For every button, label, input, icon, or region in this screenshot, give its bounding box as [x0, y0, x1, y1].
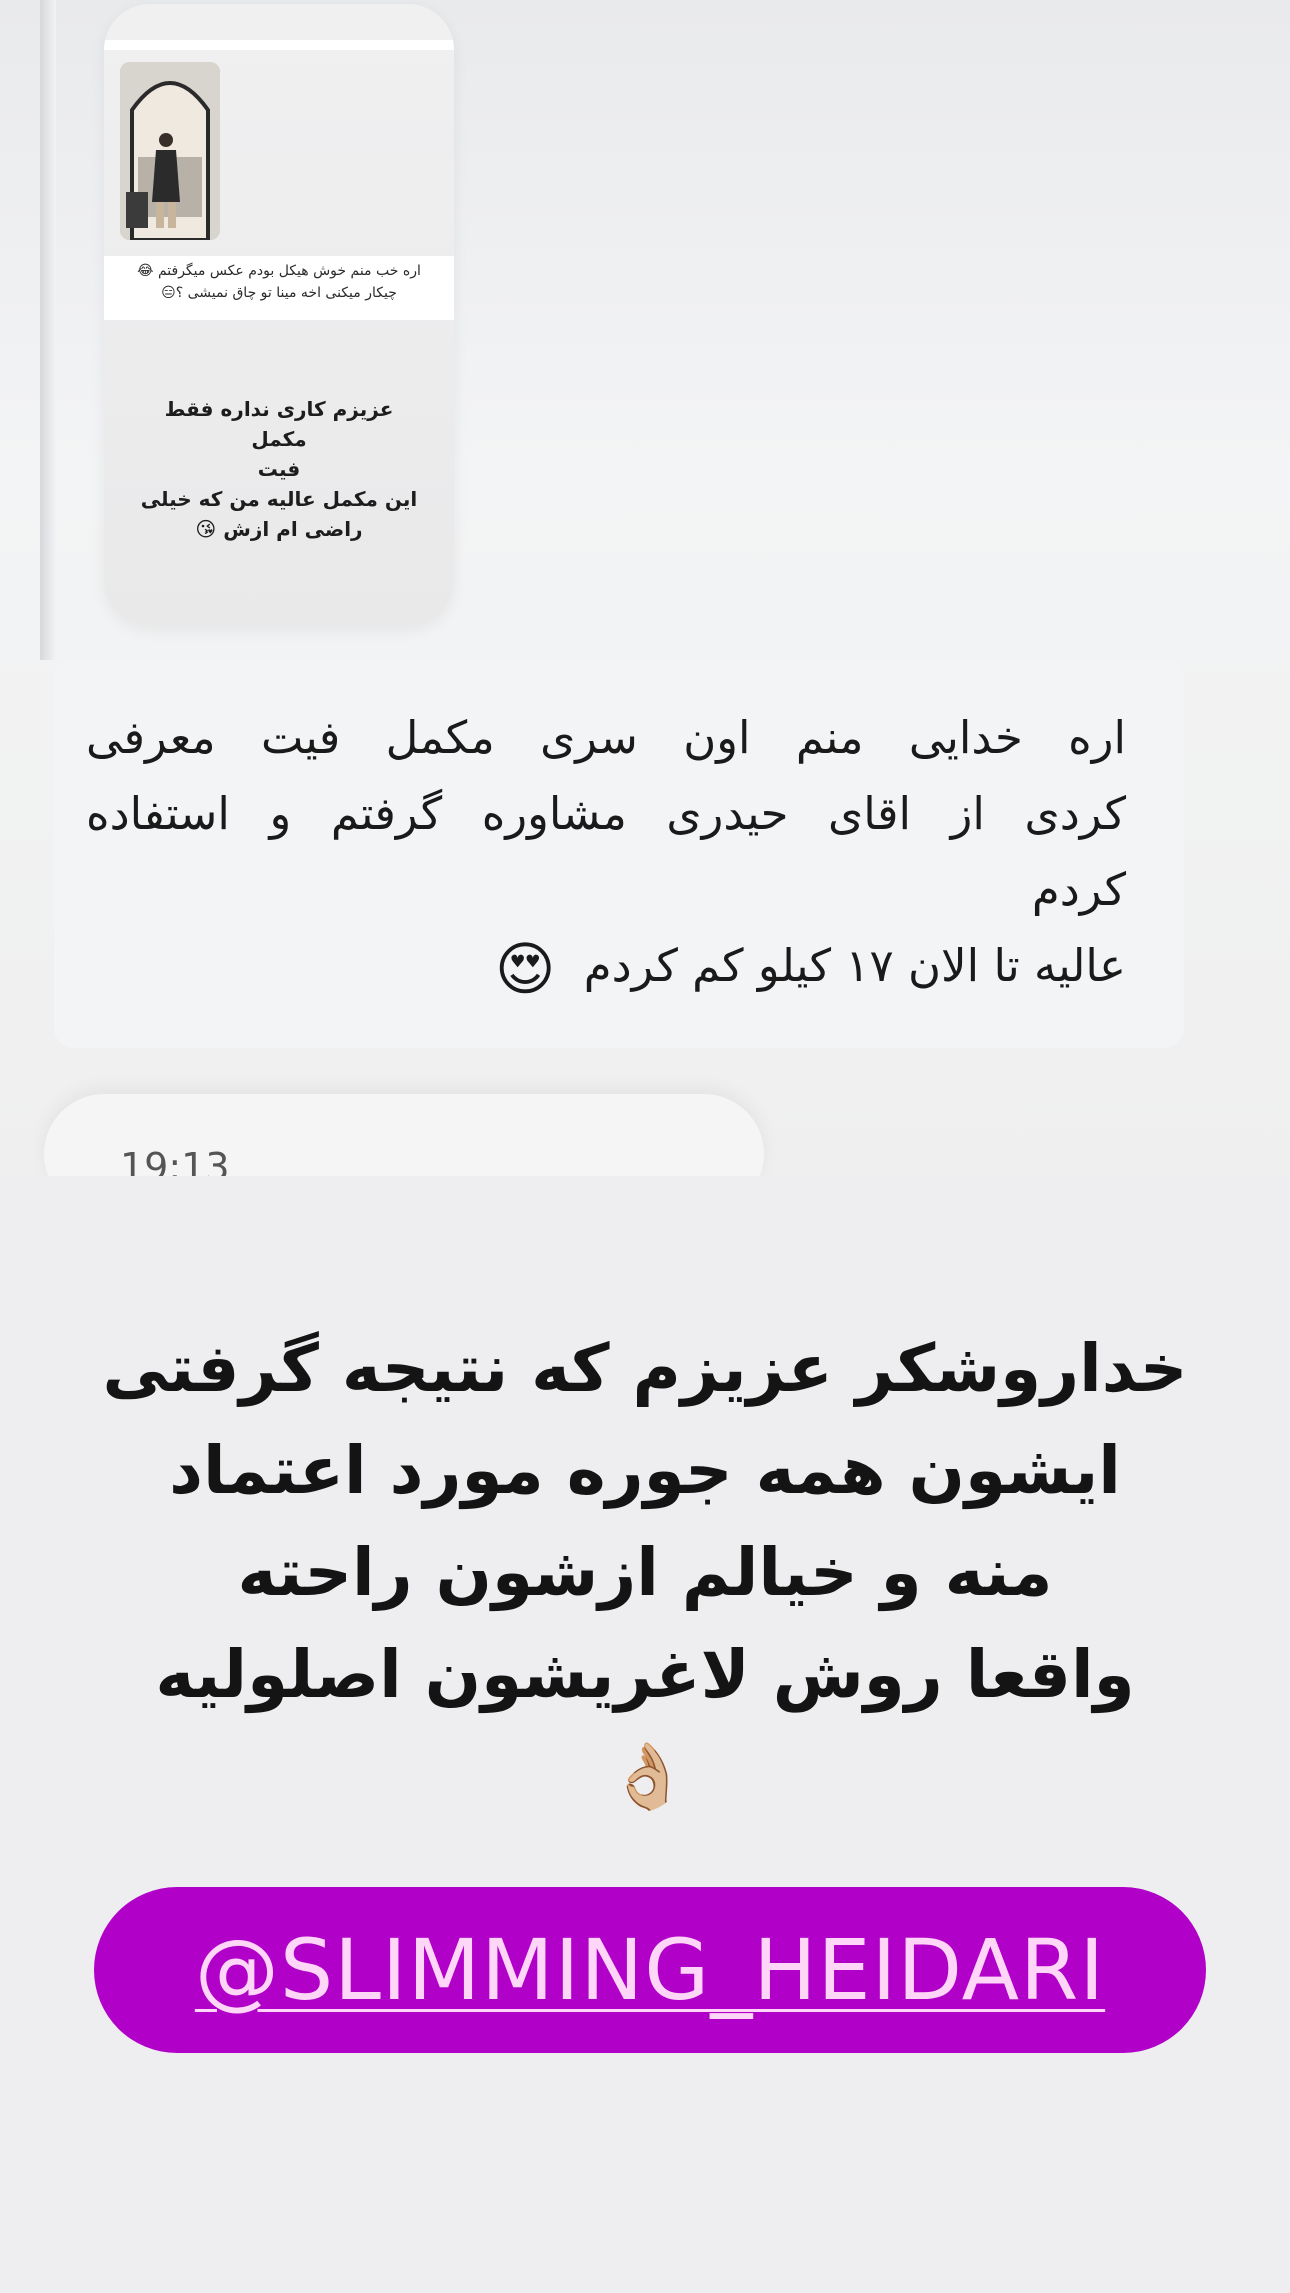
headline-line: ایشون همه جوره مورد اعتماد [169, 1432, 1121, 1509]
account-handle-link[interactable]: @SLIMMING_HEIDARI [195, 1921, 1105, 2019]
story-photo-thumbnail[interactable] [120, 62, 220, 240]
heart-eyes-emoji-icon: 😍 [494, 935, 556, 1003]
story-caption: اره خب منم خوش هیکل بودم عکس میگرفتم 😂 چ… [104, 256, 454, 320]
chat-message-text: اره خدایی منم اون سری مکمل فیت معرفی کرد… [86, 700, 1126, 1004]
mention-sticker[interactable]: @SLIMMING_HEIDARI [94, 1887, 1206, 2053]
chat-line: کردم [1031, 863, 1126, 916]
reply-line: فیت [257, 457, 301, 481]
headline-text: خداروشکر عزیزم که نتیجه گرفتی ایشون همه … [40, 1318, 1250, 1828]
reply-line: عزیزم کاری نداره فقط مکمل [164, 397, 394, 451]
chat-line: کردی از اقای حیدری مشاوره گرفتم و استفاد… [86, 787, 1126, 840]
story-reply-text: عزیزم کاری نداره فقط مکمل فیت این مکمل ع… [134, 394, 424, 544]
story-photo-image [120, 62, 220, 240]
chat-line-with-emoji: عالیه تا الان ۱۷ کیلو کم کردم 😍 [86, 928, 1126, 1004]
headline-line: واقعا روش لاغریشون اصلولیه [155, 1636, 1135, 1713]
chat-line: عالیه تا الان ۱۷ کیلو کم کردم [583, 939, 1126, 992]
headline-line: منه و خیالم ازشون راحته [237, 1534, 1053, 1611]
chat-line: اره خدایی منم اون سری مکمل فیت معرفی [86, 711, 1126, 764]
reply-line: این مکمل عالیه من که خیلی [140, 487, 418, 511]
story-reply-card: اره خب منم خوش هیکل بودم عکس میگرفتم 😂 چ… [104, 4, 454, 626]
ok-hand-emoji-icon: 👌🏼 [608, 1740, 688, 1814]
caption-line: اره خب منم خوش هیکل بودم عکس میگرفتم 😂 [137, 263, 421, 279]
story-top-bar [104, 40, 454, 50]
message-timestamp: 19:13 [120, 1145, 230, 1176]
chat-screenshot: اره خب منم خوش هیکل بودم عکس میگرفتم 😂 چ… [0, 0, 1290, 1176]
headline-line-with-emoji: واقعا روش لاغریشون اصلولیه 👌🏼 [40, 1624, 1250, 1828]
caption-line: چیکار میکنی اخه مینا تو چاق نمیشی ؟😑 [161, 285, 397, 301]
headline-line: خداروشکر عزیزم که نتیجه گرفتی [102, 1330, 1188, 1407]
reply-line: راضی ام ازش 😘 [195, 517, 363, 541]
message-edge-divider [40, 0, 56, 660]
